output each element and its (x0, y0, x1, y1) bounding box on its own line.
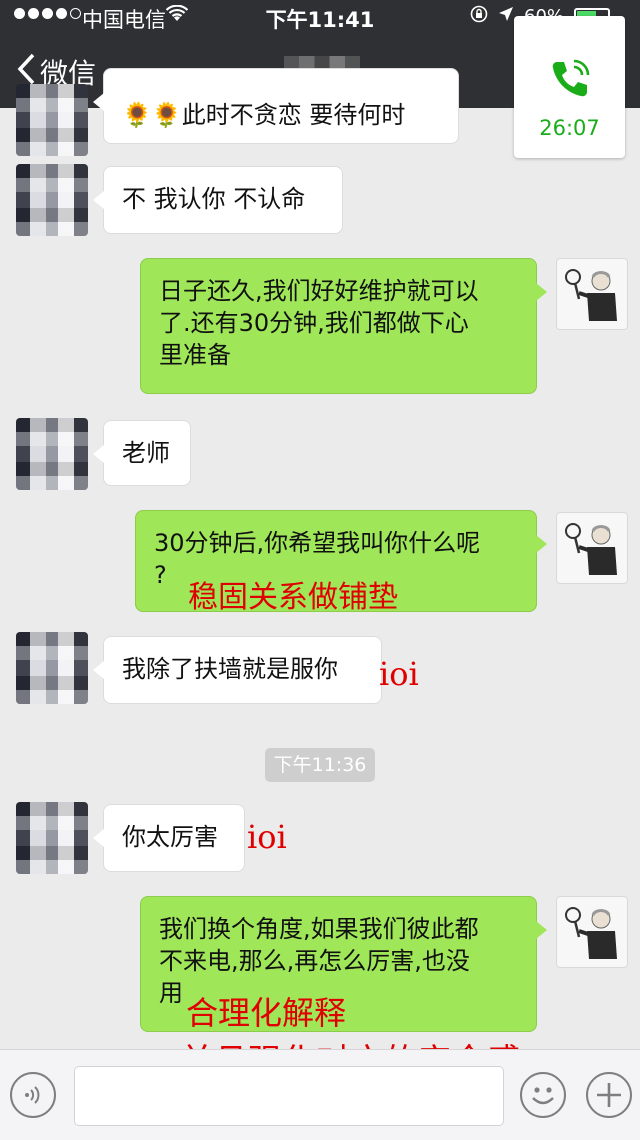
message-line: 不来电,那么,再怎么厉害,也没 (159, 947, 470, 975)
outgoing-message[interactable]: 日子还久,我们好好维护就可以 了.还有30分钟,我们都做下心 里准备 (140, 258, 547, 394)
message-line: 日子还久,我们好好维护就可以 (159, 277, 479, 305)
message-input[interactable] (74, 1066, 504, 1126)
voice-input-button[interactable] (10, 1072, 56, 1118)
message-line: 里准备 (159, 341, 231, 369)
incoming-message[interactable]: 老师 (93, 420, 191, 486)
location-icon (498, 6, 514, 27)
input-bar (0, 1049, 640, 1140)
more-options-button[interactable] (586, 1072, 632, 1118)
chat-area[interactable]: 🌻🌻此时不贪恋 要待何时 不 我认你 不认命 日子还久,我们好好维护就可以 了.… (0, 68, 640, 1082)
annotation-text: ioi (247, 818, 287, 856)
emoji-icon (522, 1087, 564, 1120)
contact-avatar[interactable] (16, 632, 88, 704)
annotation-text: ioi (379, 655, 419, 693)
call-duration: 26:07 (539, 116, 600, 140)
incoming-message[interactable]: 不 我认你 不认命 (93, 166, 343, 234)
contact-avatar[interactable] (16, 802, 88, 874)
voice-icon (21, 1086, 45, 1112)
incoming-message[interactable]: 我除了扶墙就是服你 (93, 636, 382, 704)
incoming-message[interactable]: 你太厉害 (93, 804, 245, 872)
plus-icon (588, 1083, 630, 1125)
contact-avatar[interactable] (16, 84, 88, 156)
message-line: 30分钟后,你希望我叫你什么呢 (154, 529, 481, 557)
self-avatar[interactable] (556, 896, 628, 968)
voice-call-overlay[interactable]: 26:07 (514, 16, 625, 158)
message-line: 我们换个角度,如果我们彼此都 (159, 915, 479, 943)
message-line: 了.还有30分钟,我们都做下心 (159, 309, 469, 337)
emoji-button[interactable] (520, 1072, 566, 1118)
phone-icon (547, 56, 593, 106)
incoming-message[interactable]: 🌻🌻此时不贪恋 要待何时 (93, 68, 459, 144)
self-avatar[interactable] (556, 258, 628, 330)
contact-avatar[interactable] (16, 418, 88, 490)
rotation-lock-icon (470, 5, 488, 28)
annotation-text: 稳固关系做铺垫 (188, 580, 398, 615)
contact-avatar[interactable] (16, 164, 88, 236)
annotation-text: 合理化解释 (186, 994, 347, 1032)
self-avatar[interactable] (556, 512, 628, 584)
time-divider: 下午11:36 (265, 748, 375, 782)
